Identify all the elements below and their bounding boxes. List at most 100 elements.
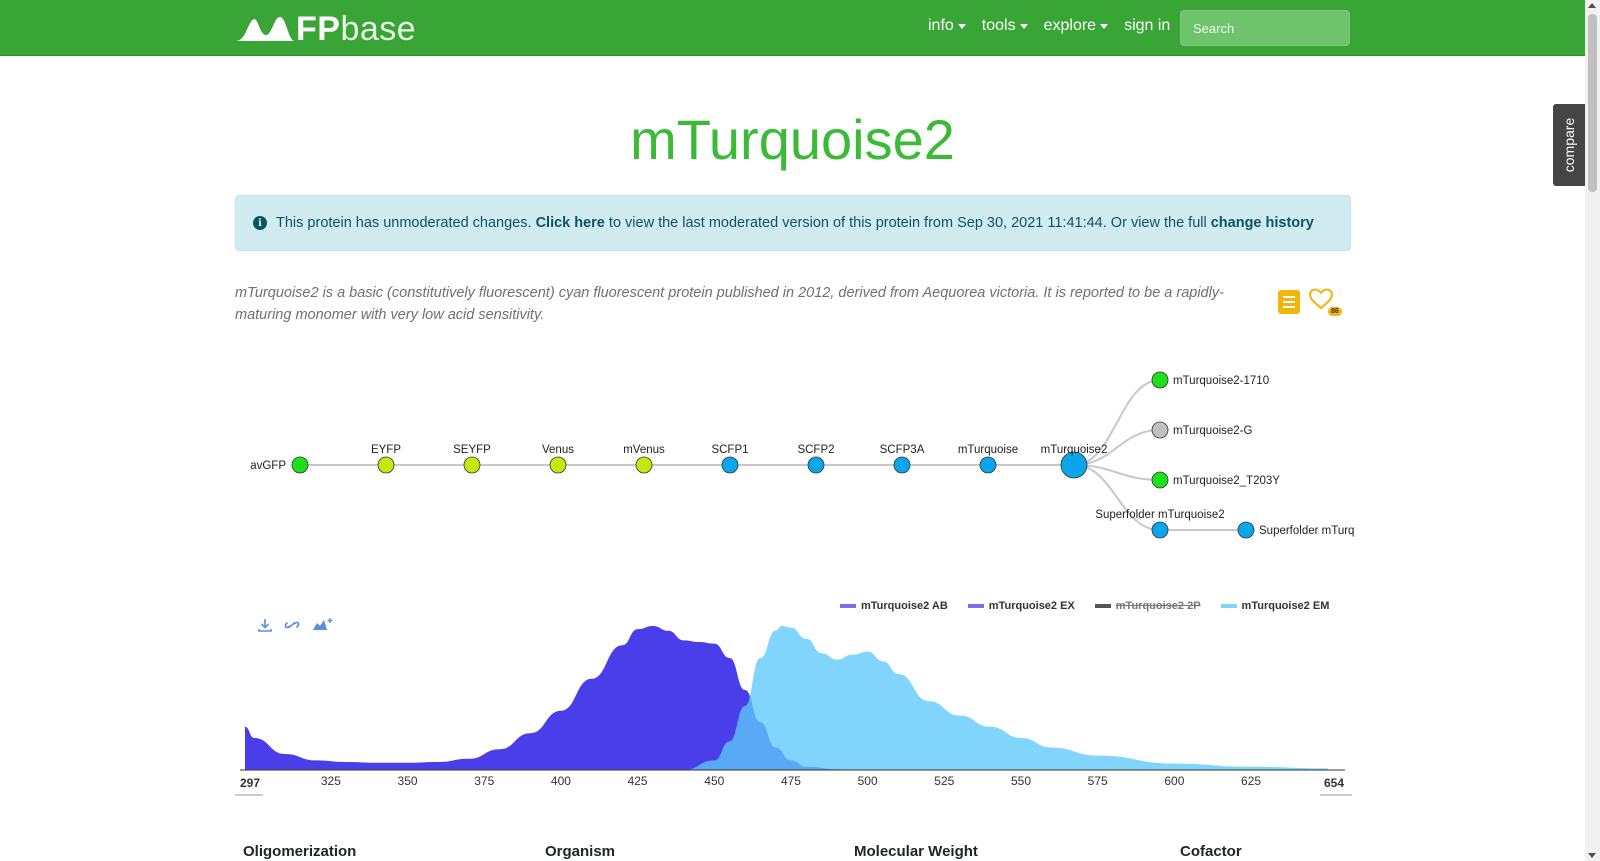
- lineage-node-dot[interactable]: [1151, 421, 1169, 439]
- search-input[interactable]: [1180, 10, 1350, 46]
- scroll-thumb[interactable]: [1588, 14, 1597, 192]
- lineage-node[interactable]: Venus: [542, 444, 574, 474]
- spectra-chart[interactable]: 325 350 375 400 425 450 475 500 525 550 575 600 625 2…: [235, 590, 1355, 815]
- lineage-node-dot[interactable]: [1237, 521, 1255, 539]
- lineage-node-label: EYFP: [371, 444, 401, 456]
- lineage-child-node[interactable]: Superfolder mTurquoise2: [1095, 509, 1225, 539]
- lineage-node-label: SCFP2: [797, 444, 834, 456]
- info-icon: i: [253, 216, 267, 230]
- lineage-node-label: mTurquoise2: [1041, 444, 1108, 456]
- lineage-node[interactable]: SCFP2: [797, 444, 835, 474]
- prop-oligomerization: Oligomerization: [243, 843, 357, 860]
- lineage-node-dot[interactable]: [635, 456, 653, 474]
- protein-description: mTurquoise2 is a basic (constitutively f…: [235, 285, 1224, 323]
- favorites-count-badge: 86: [1328, 307, 1342, 316]
- lineage-node-dot[interactable]: [1151, 521, 1169, 539]
- lineage-node-dot[interactable]: [721, 456, 739, 474]
- lineage-node-dot[interactable]: [1151, 371, 1169, 389]
- lineage-node-label: SCFP1: [711, 444, 748, 456]
- x-tick-label: 550: [1011, 774, 1031, 788]
- chevron-down-icon: [1019, 23, 1028, 29]
- lineage-child-node[interactable]: mTurquoise2-1710: [1151, 371, 1269, 389]
- scroll-down-icon[interactable]: [1588, 853, 1596, 858]
- logo-base: base: [340, 10, 417, 48]
- lineage-grandchild-node[interactable]: Superfolder mTurq: [1237, 521, 1354, 539]
- action-icons: 86: [1278, 287, 1342, 317]
- nav-sign-in[interactable]: sign in: [1116, 17, 1178, 35]
- lineage-node-dot[interactable]: [549, 456, 567, 474]
- logo-fp: FP: [296, 10, 341, 48]
- lineage-tree: avGFP EYFP SEYFP Venus mVenus SCFP1 SCFP2 SCFP3…: [250, 371, 1354, 539]
- x-range-min-handle[interactable]: 297: [240, 776, 260, 790]
- lineage-node-label: avGFP: [250, 460, 286, 472]
- lineage-node-dot[interactable]: [979, 456, 997, 474]
- lineage-node[interactable]: SEYFP: [453, 444, 491, 474]
- alert-text: This protein has unmoderated changes. Cl…: [276, 215, 1314, 231]
- x-tick-label: 575: [1088, 774, 1108, 788]
- page-scrollbar[interactable]: [1585, 0, 1600, 861]
- nav-info-label: info: [928, 17, 954, 34]
- lineage-node-label: mTurquoise2-1710: [1173, 375, 1269, 387]
- emission-area[interactable]: [683, 626, 1328, 770]
- alert-text-1: This protein has unmoderated changes.: [276, 215, 536, 231]
- lineage-node-label: Superfolder mTurquoise2: [1095, 509, 1224, 521]
- prop-cofactor: Cofactor: [1180, 843, 1242, 860]
- x-range-max-handle[interactable]: 654: [1324, 776, 1344, 790]
- x-tick-label: 475: [781, 774, 801, 788]
- lineage-node-dot[interactable]: [463, 456, 481, 474]
- x-tick-label: 375: [474, 774, 494, 788]
- unmoderated-alert: i This protein has unmoderated changes. …: [235, 195, 1351, 251]
- lineage-node[interactable]: mVenus: [623, 444, 665, 474]
- lineage-node-label: mTurquoise2-G: [1173, 425, 1253, 437]
- change-history-link[interactable]: change history: [1211, 215, 1314, 231]
- chevron-down-icon: [1100, 23, 1109, 29]
- x-tick-label: 325: [321, 774, 341, 788]
- nav-tools-label: tools: [981, 17, 1016, 34]
- nav-explore-label: explore: [1043, 17, 1097, 34]
- lineage-node[interactable]: EYFP: [371, 444, 401, 474]
- lineage-node[interactable]: SCFP3A: [880, 444, 925, 474]
- lineage-node-label: mVenus: [623, 444, 665, 456]
- x-tick-label: 400: [551, 774, 571, 788]
- nav-links: info tools explore sign in: [920, 17, 1178, 35]
- page-title: mTurquoise2: [630, 108, 955, 171]
- x-tick-label: 500: [858, 774, 878, 788]
- lineage-node-label: Superfolder mTurq: [1259, 525, 1354, 537]
- prop-molecular-weight: Molecular Weight: [854, 843, 978, 860]
- x-tick-label: 600: [1164, 774, 1184, 788]
- nav-sign-in-label: sign in: [1124, 17, 1171, 34]
- x-tick-label: 425: [628, 774, 648, 788]
- lineage-child-node[interactable]: mTurquoise2_T203Y: [1151, 471, 1280, 489]
- lineage-node-dot[interactable]: [291, 456, 309, 474]
- alert-text-2: to view the last moderated version of th…: [604, 215, 1211, 231]
- chevron-down-icon: [957, 23, 966, 29]
- navbar: FPbase info tools explore sign in: [0, 0, 1585, 56]
- lineage-node-dot[interactable]: [807, 456, 825, 474]
- fpbase-logo[interactable]: FPbase: [236, 12, 416, 46]
- lineage-node[interactable]: avGFP: [250, 456, 309, 474]
- lineage-node-dot[interactable]: [1151, 471, 1169, 489]
- lineage-node-dot[interactable]: [893, 456, 911, 474]
- lineage-node-label: mTurquoise: [958, 444, 1018, 456]
- favorite-button[interactable]: 86: [1308, 287, 1342, 317]
- x-tick-label: 625: [1241, 774, 1261, 788]
- prop-organism: Organism: [545, 843, 616, 860]
- x-tick-label: 450: [704, 774, 724, 788]
- nav-tools[interactable]: tools: [974, 17, 1036, 35]
- click-here-link[interactable]: Click here: [536, 215, 605, 231]
- lineage-node[interactable]: SCFP1: [711, 444, 749, 474]
- x-tick-label: 525: [934, 774, 954, 788]
- lineage-node-label: mTurquoise2_T203Y: [1173, 475, 1280, 487]
- reference-book-icon[interactable]: [1278, 290, 1300, 314]
- lineage-node-label: SEYFP: [453, 444, 491, 456]
- lineage-node[interactable]: mTurquoise: [958, 444, 1018, 474]
- lineage-node-label: SCFP3A: [880, 444, 925, 456]
- nav-explore[interactable]: explore: [1036, 17, 1116, 35]
- nav-info[interactable]: info: [920, 17, 974, 35]
- scroll-up-icon[interactable]: [1588, 3, 1596, 8]
- lineage-child-node[interactable]: mTurquoise2-G: [1151, 421, 1253, 439]
- lineage-node-dot[interactable]: [377, 456, 395, 474]
- logo-peak-icon: [236, 17, 294, 41]
- lineage-node-label: Venus: [542, 444, 574, 456]
- x-tick-label: 350: [398, 774, 418, 788]
